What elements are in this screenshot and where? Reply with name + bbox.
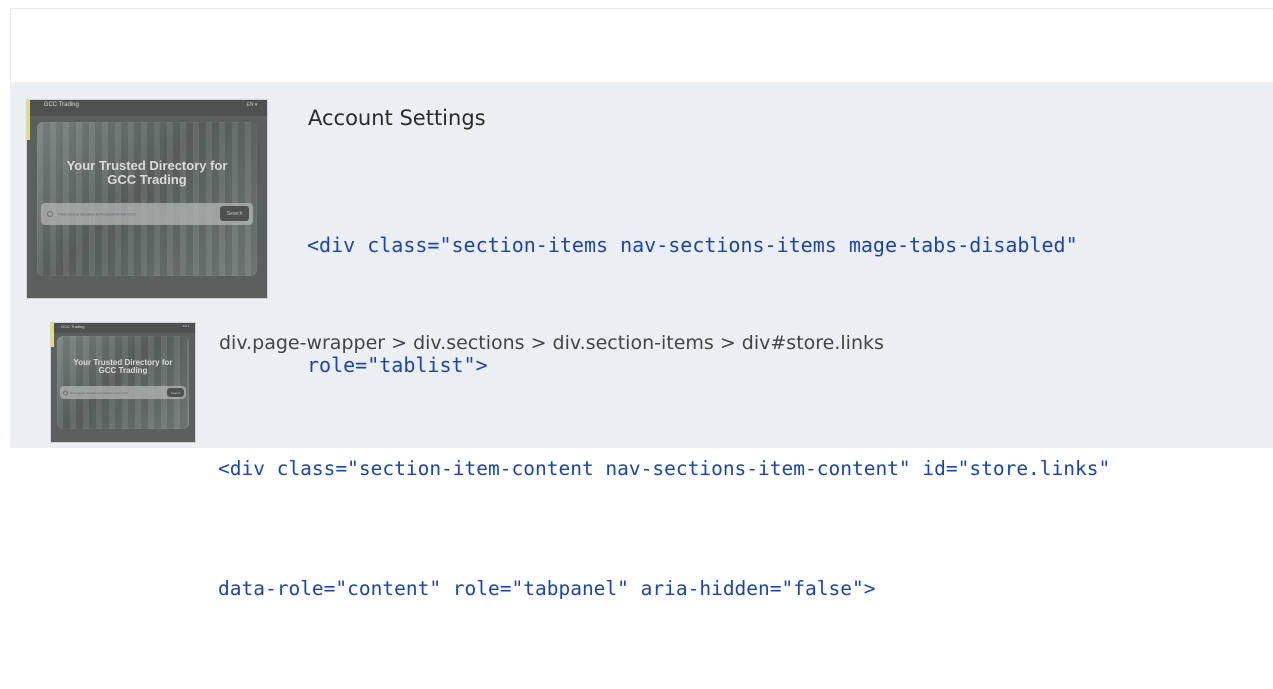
thumbnail-headline: Your Trusted Directory for GCC Trading xyxy=(66,158,228,188)
thumbnail-search-placeholder: Find Global Vendors & Products in the GC… xyxy=(58,211,137,217)
code-line: <div class="section-item-content nav-sec… xyxy=(218,457,1111,480)
header-area xyxy=(10,8,1273,82)
result-title[interactable]: Account Settings xyxy=(308,106,486,130)
result-thumbnail[interactable]: GCC Trading EN ▾ Your Trusted Directory … xyxy=(26,99,268,299)
thumbnail-headline: Your Trusted Directory for GCC Trading xyxy=(73,357,173,376)
search-icon xyxy=(62,390,68,396)
thumbnail-hero xyxy=(36,121,258,277)
thumbnail-search-bar: Find Global Vendors & Products in the GC… xyxy=(59,386,187,400)
thumbnail-brand: GCC Trading xyxy=(61,324,85,330)
result-title[interactable]: div.page-wrapper > div.sections > div.se… xyxy=(219,332,884,354)
thumbnail-search-placeholder: Find Global Vendors & Products in the GC… xyxy=(69,390,129,395)
thumbnail-search-button: Search xyxy=(219,206,250,222)
code-line: <div class="section-items nav-sections-i… xyxy=(307,233,1078,257)
thumbnail-language-selector: EN ▾ xyxy=(246,101,258,108)
result-code: <div class="section-item-content nav-sec… xyxy=(218,369,1258,689)
thumbnail-hero xyxy=(56,336,190,429)
thumbnail-language-selector: EN ▾ xyxy=(182,324,190,329)
thumbnail-search-button: Search xyxy=(166,388,185,398)
code-line: data-role="content" role="tabpanel" aria… xyxy=(218,577,876,600)
search-icon xyxy=(46,210,53,217)
highlight-marker xyxy=(27,100,30,140)
thumbnail-brand: GCC Trading xyxy=(43,101,79,108)
thumbnail-search-bar: Find Global Vendors & Products in the GC… xyxy=(41,202,253,225)
highlight-marker xyxy=(51,323,54,347)
inspector-results-panel: GCC Trading EN ▾ Your Trusted Directory … xyxy=(0,0,1273,600)
result-thumbnail[interactable]: GCC Trading EN ▾ Your Trusted Directory … xyxy=(50,322,196,443)
